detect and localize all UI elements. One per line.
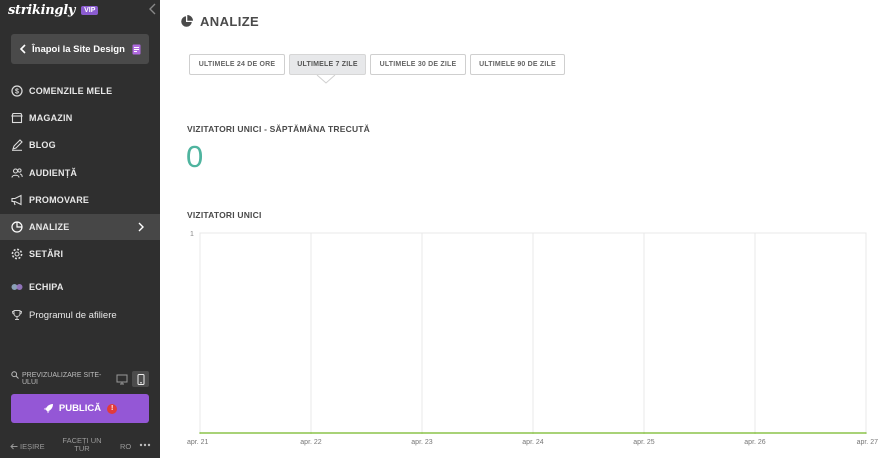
pie-chart-icon <box>181 15 193 27</box>
sidebar-item-affiliate[interactable]: Programul de afiliere <box>0 302 160 328</box>
tab-last-24-hours[interactable]: ULTIMELE 24 DE ORE <box>189 54 285 75</box>
team-icon <box>11 284 23 290</box>
sidebar-item-label: COMENZILE MELE <box>29 86 113 96</box>
brand-logo[interactable]: strikingly VIP <box>8 2 99 18</box>
store-icon <box>11 112 23 124</box>
arrow-left-icon <box>10 443 18 450</box>
x-tick-label: apr. 27 <box>857 439 879 446</box>
pie-chart-icon <box>11 221 23 233</box>
x-tick-label: apr. 25 <box>633 439 655 446</box>
sidebar-item-label: Programul de afiliere <box>29 309 117 321</box>
tab-last-90-days[interactable]: ULTIMELE 90 DE ZILE <box>470 54 565 75</box>
sidebar-item-orders[interactable]: $ COMENZILE MELE <box>0 78 160 104</box>
x-tick-label: apr. 24 <box>522 439 544 446</box>
pen-icon <box>12 139 23 151</box>
sidebar-item-label: BLOG <box>29 140 56 150</box>
collapse-sidebar-icon[interactable] <box>148 3 158 15</box>
more-options-icon[interactable] <box>139 441 151 449</box>
sidebar-item-audience[interactable]: AUDIENȚĂ <box>0 160 160 186</box>
sidebar-footer: IEȘIRE FACEȚI UN TUR RO <box>0 434 160 458</box>
sidebar-item-label: MAGAZIN <box>29 113 73 123</box>
sidebar-item-blog[interactable]: BLOG <box>0 132 160 158</box>
tab-last-30-days[interactable]: ULTIMELE 30 DE ZILE <box>370 54 466 75</box>
sidebar: strikingly VIP Înapoi la Site Design $ C… <box>0 0 160 458</box>
x-tick-label: apr. 23 <box>411 439 433 446</box>
back-to-site-design-button[interactable]: Înapoi la Site Design <box>11 34 149 64</box>
unique-visitors-week-value: 0 <box>186 139 204 174</box>
exit-label: IEȘIRE <box>20 442 45 451</box>
preview-label: PREVIZUALIZARE SITE-ULUI <box>11 370 107 387</box>
x-tick-label: apr. 21 <box>187 439 209 446</box>
page-icon <box>132 44 141 54</box>
sidebar-item-label: AUDIENȚĂ <box>29 168 78 178</box>
chevron-right-icon <box>138 222 144 232</box>
data-point <box>754 432 756 434</box>
y-tick-label: 1 <box>190 231 194 238</box>
vip-badge: VIP <box>81 5 99 15</box>
sidebar-item-label: ANALIZE <box>29 222 70 232</box>
publish-label: PUBLICĂ <box>58 403 102 414</box>
back-button-label: Înapoi la Site Design <box>32 43 125 55</box>
publish-button[interactable]: PUBLICĂ ! <box>11 394 149 423</box>
line-chart: 1 apr. 21 apr. 22 apr. 23 apr. 24 apr. 25 apr.… <box>187 231 879 446</box>
take-tour-link[interactable]: FACEȚI UN TUR <box>56 437 108 453</box>
data-point <box>643 432 645 434</box>
page-header: ANALIZE <box>180 14 259 29</box>
chevron-left-icon <box>19 44 26 54</box>
rocket-icon <box>43 404 53 414</box>
users-icon <box>11 168 23 178</box>
sidebar-item-team[interactable]: ECHIPA <box>0 274 160 300</box>
sidebar-item-settings[interactable]: SETĂRI <box>0 241 160 267</box>
unique-visitors-chart: 1 apr. 21 apr. 22 apr. 23 apr. 24 apr. 25 apr.… <box>160 222 891 458</box>
data-point <box>532 432 534 434</box>
analytics-main: ANALIZE ULTIMELE 24 DE ORE ULTIMELE 7 ZI… <box>160 0 891 458</box>
tab-last-7-days[interactable]: ULTIMELE 7 ZILE <box>289 54 366 75</box>
mobile-preview-icon <box>137 373 144 385</box>
sidebar-item-label: PROMOVARE <box>29 195 90 205</box>
mobile-preview-toggle[interactable] <box>132 371 149 387</box>
exit-link[interactable]: IEȘIRE <box>10 442 45 451</box>
alert-badge: ! <box>107 403 118 414</box>
sidebar-item-analytics[interactable]: ANALIZE <box>0 214 160 240</box>
sidebar-item-label: ECHIPA <box>29 282 64 292</box>
site-preview-row: PREVIZUALIZARE SITE-ULUI <box>11 370 151 388</box>
brand-name: strikingly <box>8 2 76 18</box>
language-select[interactable]: RO <box>120 442 131 451</box>
sidebar-item-promotion[interactable]: PROMOVARE <box>0 187 160 213</box>
page-title: ANALIZE <box>200 14 260 29</box>
unique-visitors-week-label: VIZITATORI UNICI - SĂPTĂMÂNA TRECUTĂ <box>187 124 371 134</box>
gear-icon <box>11 248 23 260</box>
sidebar-item-store[interactable]: MAGAZIN <box>0 105 160 131</box>
trophy-icon <box>12 310 22 320</box>
data-point <box>310 432 312 434</box>
dollar-circle-icon: $ <box>11 85 23 97</box>
preview-label-text: PREVIZUALIZARE SITE-ULUI <box>22 371 102 387</box>
x-tick-label: apr. 26 <box>744 439 766 446</box>
sidebar-item-label: SETĂRI <box>29 249 64 259</box>
search-icon <box>11 370 19 379</box>
desktop-preview-icon[interactable] <box>115 372 129 386</box>
data-point <box>199 432 201 434</box>
x-tick-label: apr. 22 <box>300 439 322 446</box>
svg-text:$: $ <box>15 89 19 96</box>
megaphone-icon <box>11 194 22 206</box>
data-point <box>421 432 423 434</box>
data-point <box>865 432 867 434</box>
unique-visitors-chart-title: VIZITATORI UNICI <box>187 210 262 220</box>
